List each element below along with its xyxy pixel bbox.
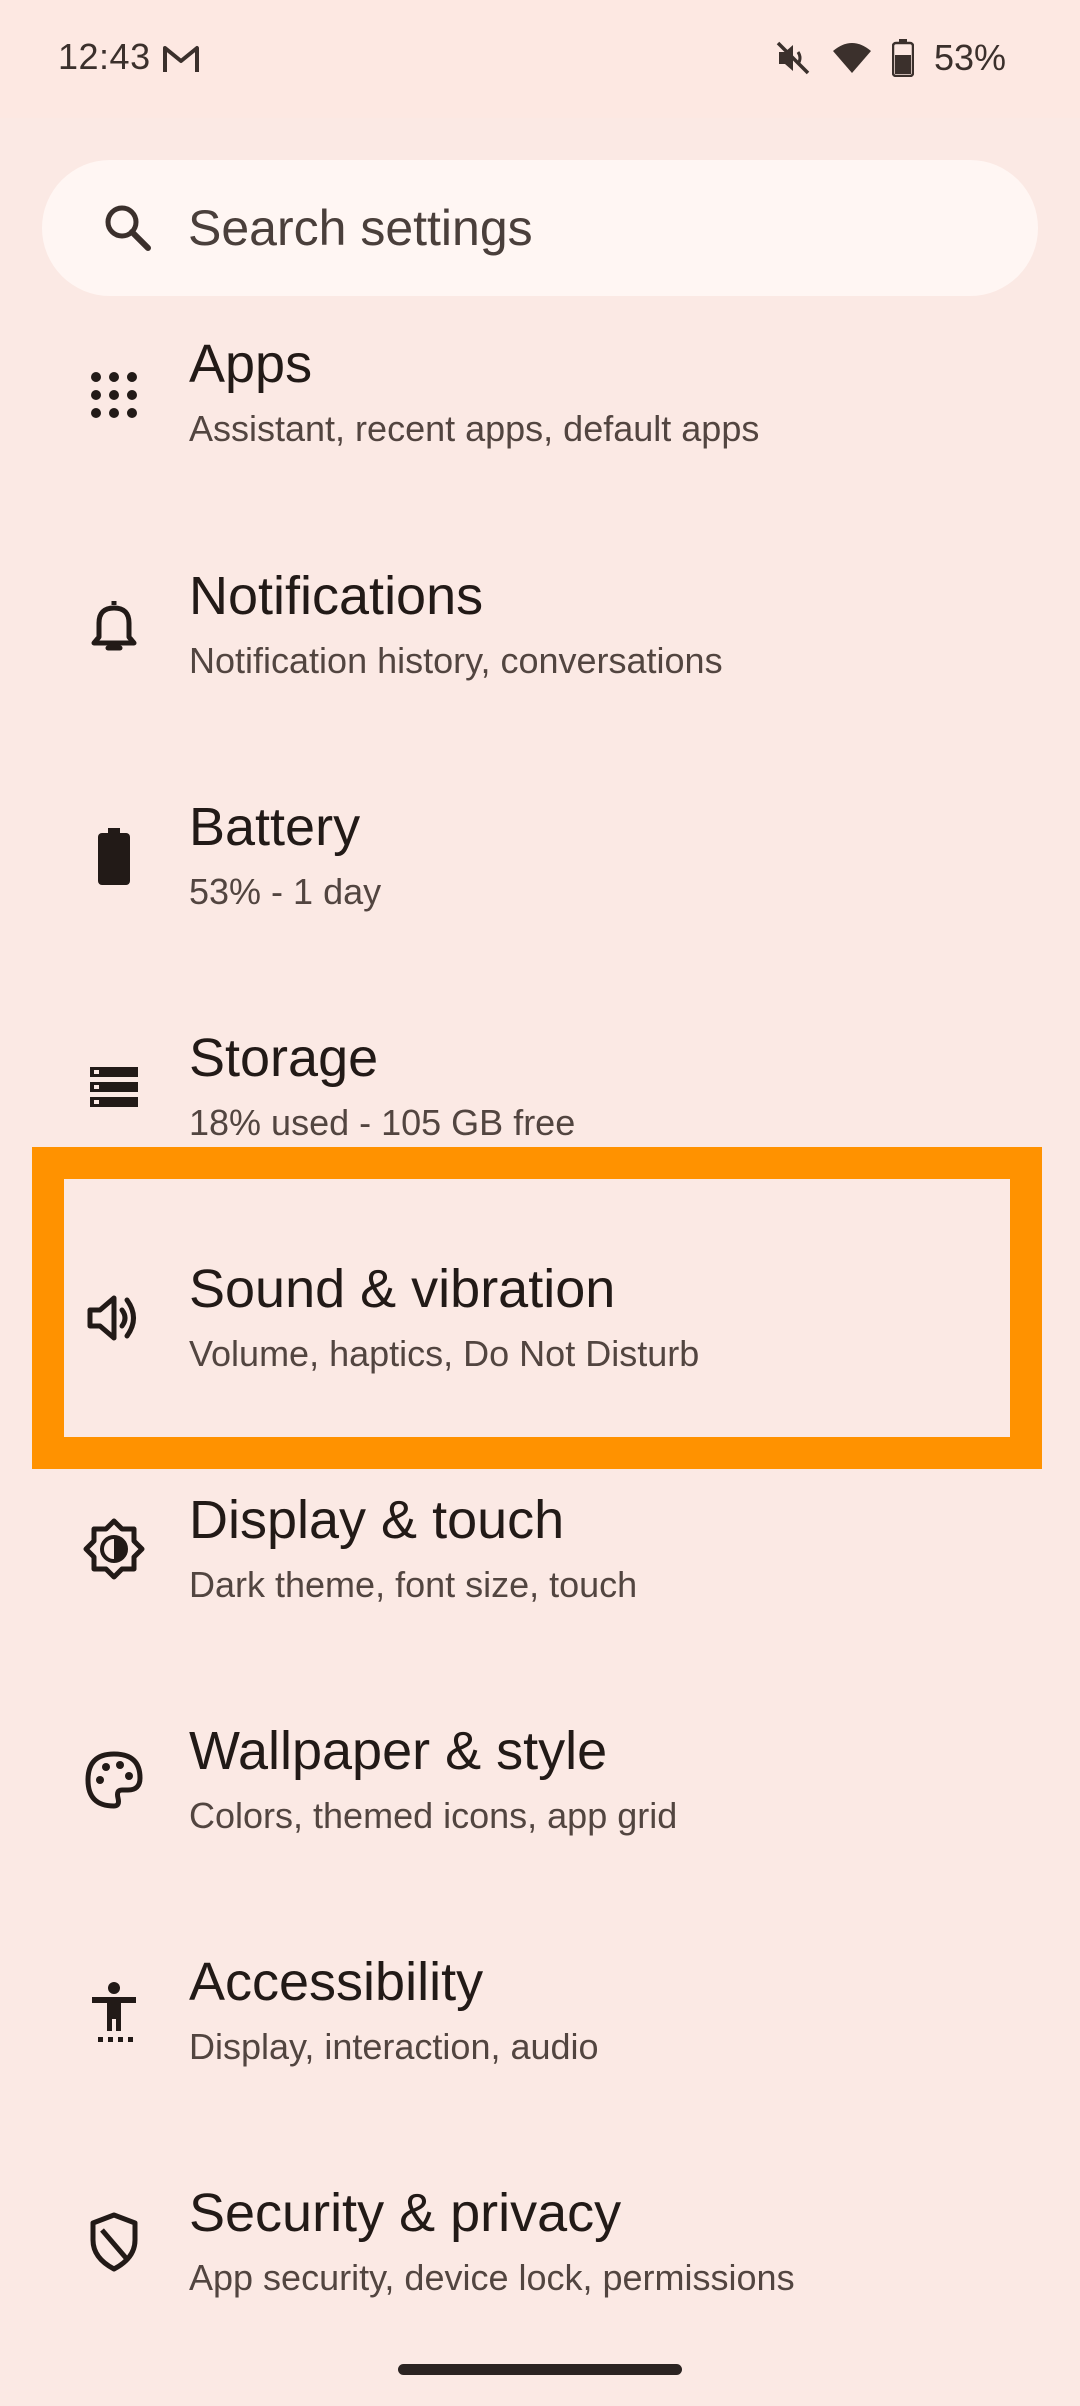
palette-icon <box>85 1751 143 1809</box>
battery-percent: 53% <box>933 37 1006 78</box>
settings-item-accessibility[interactable]: Accessibility Display, interaction, audi… <box>0 1945 1080 2175</box>
apps-grid-icon <box>91 372 137 418</box>
settings-item-title: Security & privacy <box>189 2183 622 2243</box>
accessibility-icon <box>92 1982 136 2042</box>
settings-item-subtitle: Notification history, conversations <box>189 640 723 681</box>
settings-item-subtitle: 18% used - 105 GB free <box>189 1102 576 1143</box>
shield-icon <box>90 2212 138 2272</box>
mute-vibrate-off-icon <box>776 41 810 75</box>
settings-item-title: Battery <box>189 797 361 857</box>
battery-status-icon <box>891 39 914 77</box>
storage-icon <box>90 1067 138 1107</box>
settings-item-title: Sound & vibration <box>189 1259 616 1319</box>
gmail-icon <box>163 46 199 72</box>
settings-item-subtitle: 53% - 1 day <box>189 871 382 912</box>
speaker-icon <box>87 1295 136 1341</box>
settings-item-title: Storage <box>189 1028 379 1088</box>
status-icons: 53% <box>774 34 1006 82</box>
status-time: 12:43 <box>58 36 151 77</box>
settings-item-title: Notifications <box>189 566 484 626</box>
settings-item-title: Display & touch <box>189 1490 565 1550</box>
wifi-icon <box>832 43 871 73</box>
settings-item-subtitle: Volume, haptics, Do Not Disturb <box>189 1333 700 1374</box>
gesture-nav-handle[interactable] <box>398 2364 682 2375</box>
settings-item-subtitle: Colors, themed icons, app grid <box>189 1795 678 1836</box>
settings-item-subtitle: App security, device lock, permissions <box>189 2257 795 2298</box>
search-icon <box>105 205 151 251</box>
settings-item-storage[interactable]: Storage 18% used - 105 GB free <box>0 1021 1080 1251</box>
settings-item-notifications[interactable]: Notifications Notification history, conv… <box>0 559 1080 789</box>
settings-item-wallpaper-style[interactable]: Wallpaper & style Colors, themed icons, … <box>0 1714 1080 1944</box>
settings-item-subtitle: Display, interaction, audio <box>189 2026 599 2067</box>
brightness-icon <box>83 1518 145 1580</box>
settings-item-display-touch[interactable]: Display & touch Dark theme, font size, t… <box>0 1483 1080 1713</box>
settings-item-apps[interactable]: Apps Assistant, recent apps, default app… <box>0 328 1080 558</box>
search-placeholder: Search settings <box>188 200 533 256</box>
settings-item-sound-vibration[interactable]: Sound & vibration Volume, haptics, Do No… <box>0 1252 1080 1482</box>
status-bar: 12:43 53% <box>0 0 1080 118</box>
battery-icon <box>98 828 130 885</box>
settings-item-subtitle: Assistant, recent apps, default apps <box>189 408 760 449</box>
settings-item-title: Apps <box>189 334 313 394</box>
settings-item-subtitle: Dark theme, font size, touch <box>189 1564 638 1605</box>
bell-icon <box>91 601 137 651</box>
settings-item-title: Wallpaper & style <box>189 1721 608 1781</box>
search-bar[interactable]: Search settings <box>42 160 1038 296</box>
settings-item-title: Accessibility <box>189 1952 484 2012</box>
settings-item-battery[interactable]: Battery 53% - 1 day <box>0 790 1080 1020</box>
